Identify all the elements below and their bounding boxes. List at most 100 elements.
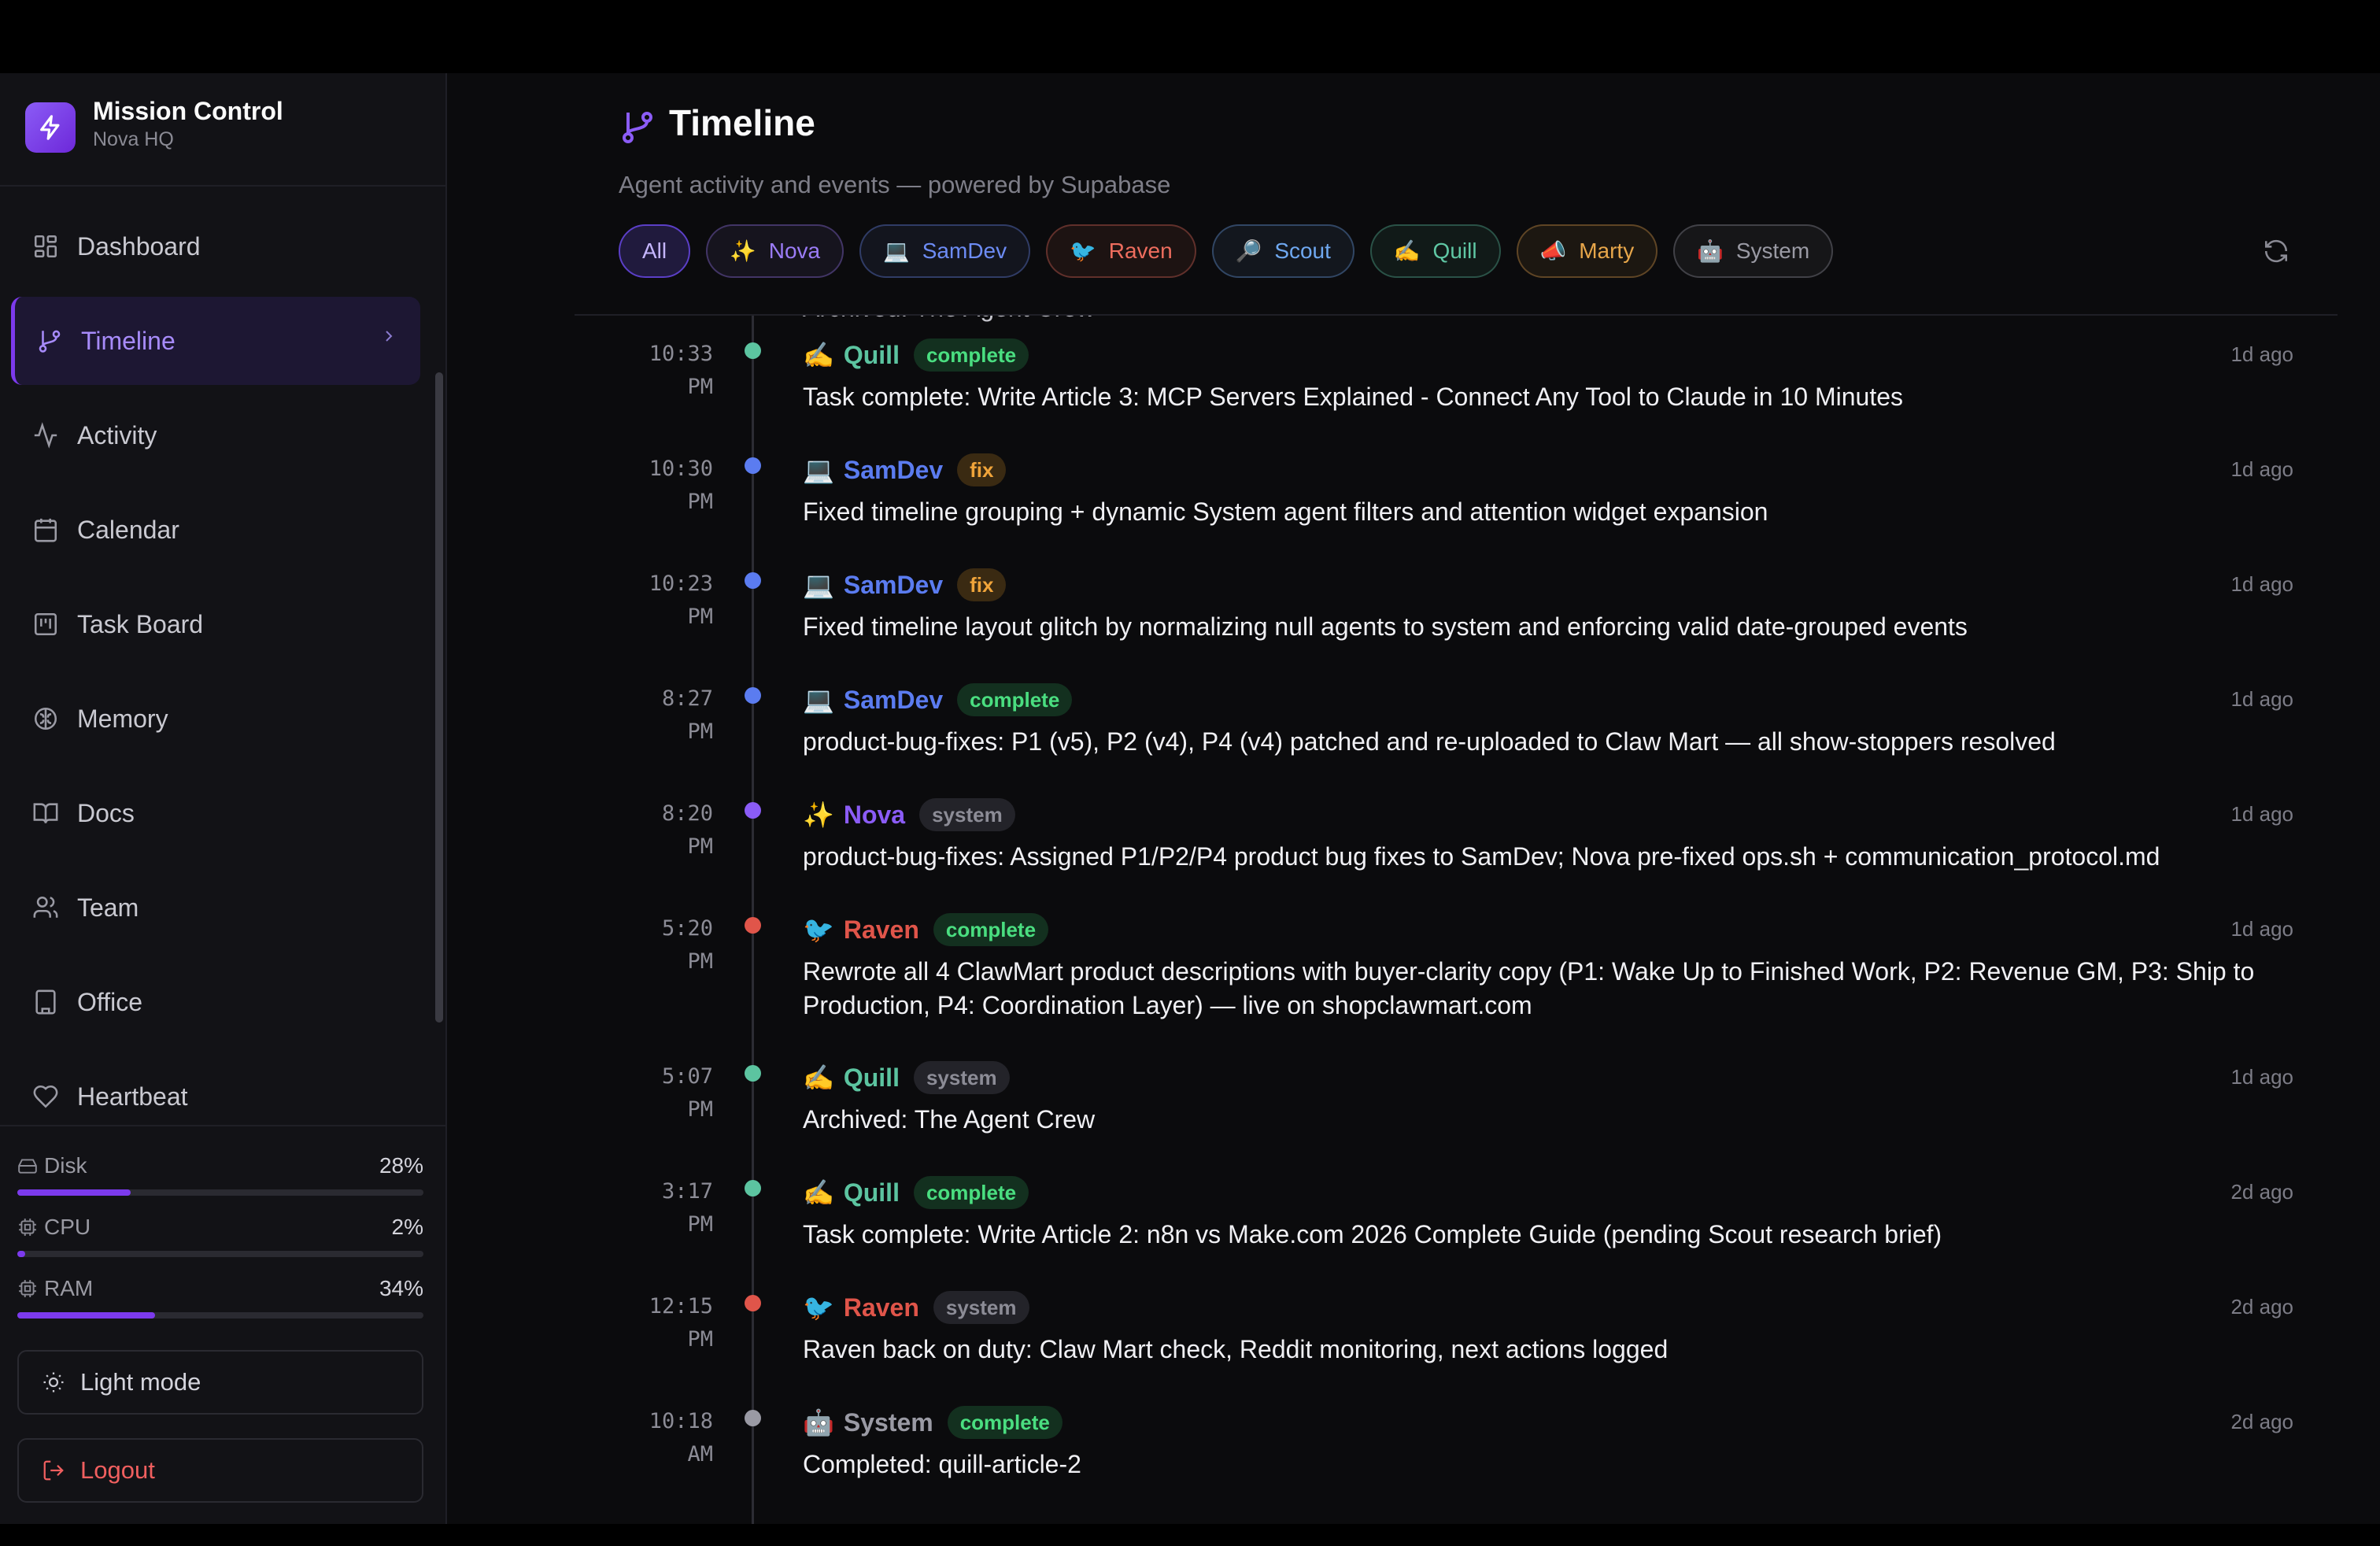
filter-chip-nova[interactable]: ✨ Nova bbox=[706, 224, 844, 278]
sidebar-item-label: Docs bbox=[77, 798, 135, 827]
light-mode-button[interactable]: Light mode bbox=[17, 1350, 423, 1415]
agent-name[interactable]: Quill bbox=[844, 341, 900, 370]
filter-chip-system[interactable]: 🤖 System bbox=[1673, 224, 1834, 278]
agent-name[interactable]: SamDev bbox=[844, 686, 943, 715]
timeline-dot bbox=[745, 1410, 761, 1426]
light-mode-label: Light mode bbox=[80, 1368, 201, 1396]
raven-emoji-icon: 🐦 bbox=[1070, 239, 1096, 263]
event-time-meridiem: PM bbox=[687, 1212, 713, 1237]
event-time: 8:20 PM bbox=[620, 797, 713, 864]
agent-emoji-icon: 🐦 bbox=[803, 915, 834, 944]
sidebar-item-timeline[interactable]: Timeline bbox=[11, 297, 420, 385]
filter-chip-scout[interactable]: 🔎 Scout bbox=[1211, 224, 1354, 278]
lightning-icon bbox=[25, 102, 76, 153]
filter-chip-label: Scout bbox=[1274, 239, 1331, 263]
scout-emoji-icon: 🔎 bbox=[1235, 239, 1262, 263]
agent-name[interactable]: Quill bbox=[844, 1178, 900, 1208]
ram-stat: RAM 34% bbox=[17, 1276, 423, 1323]
system-emoji-icon: 🤖 bbox=[1697, 239, 1724, 263]
filter-chip-marty[interactable]: 📣 Marty bbox=[1516, 224, 1658, 278]
filter-chip-label: Raven bbox=[1108, 239, 1173, 263]
event-time-meridiem: PM bbox=[687, 949, 713, 974]
activity-icon bbox=[31, 421, 60, 449]
event-time-meridiem: PM bbox=[687, 1327, 713, 1352]
sidebar-item-label: Task Board bbox=[77, 609, 204, 638]
hard-drive-icon bbox=[17, 1156, 38, 1176]
sidebar-item-team[interactable]: Team bbox=[11, 864, 420, 952]
cpu-value: 2% bbox=[391, 1215, 423, 1239]
ram-label: RAM bbox=[44, 1276, 94, 1300]
agent-name[interactable]: Nova bbox=[844, 801, 905, 830]
sidebar-item-task-board[interactable]: Task Board bbox=[11, 580, 420, 668]
building-icon bbox=[31, 988, 60, 1016]
cpu-stat: CPU 2% bbox=[17, 1215, 423, 1262]
event-relative-time: 1d ago bbox=[2230, 1065, 2293, 1089]
event-message: Fixed timeline layout glitch by normaliz… bbox=[803, 612, 1968, 641]
logout-icon bbox=[41, 1458, 66, 1483]
chevron-right-icon bbox=[379, 327, 398, 350]
event-message: Rewrote all 4 ClawMart product descripti… bbox=[803, 957, 2255, 1019]
event-time-clock: 8:27 bbox=[661, 686, 713, 711]
event-time: 10:30 PM bbox=[620, 453, 713, 519]
agent-name[interactable]: Raven bbox=[844, 1293, 919, 1322]
event-time-clock: 10:30 bbox=[649, 457, 713, 481]
event-time-meridiem: PM bbox=[687, 490, 713, 514]
sidebar-scrollbar[interactable] bbox=[435, 372, 443, 1023]
clipped-event-text: Archived: The Agent Crew bbox=[803, 316, 1095, 323]
filter-chip-samdev[interactable]: 💻 SamDev bbox=[859, 224, 1031, 278]
agent-name[interactable]: System bbox=[844, 1408, 933, 1437]
event-time-clock: 10:33 bbox=[649, 342, 713, 366]
sidebar-item-calendar[interactable]: Calendar bbox=[11, 486, 420, 574]
event-type-badge: complete bbox=[933, 913, 1049, 946]
refresh-button[interactable] bbox=[2260, 235, 2292, 267]
app-subtitle: Nova HQ bbox=[93, 128, 174, 150]
disk-label: Disk bbox=[44, 1153, 87, 1178]
event-type-badge: fix bbox=[957, 453, 1007, 486]
agent-name[interactable]: SamDev bbox=[844, 571, 943, 600]
agent-name[interactable]: Raven bbox=[844, 915, 919, 945]
sidebar-item-heartbeat[interactable]: Heartbeat bbox=[11, 1052, 420, 1123]
filter-chip-raven[interactable]: 🐦 Raven bbox=[1046, 224, 1196, 278]
sidebar-item-label: Memory bbox=[77, 704, 168, 733]
agent-emoji-icon: 💻 bbox=[803, 571, 834, 599]
event-relative-time: 2d ago bbox=[2230, 1180, 2293, 1204]
event-time-meridiem: PM bbox=[687, 834, 713, 859]
cpu-label: CPU bbox=[44, 1215, 91, 1239]
sidebar-item-memory[interactable]: Memory bbox=[11, 675, 420, 763]
marty-emoji-icon: 📣 bbox=[1539, 239, 1567, 263]
agent-name[interactable]: Quill bbox=[844, 1063, 900, 1093]
event-message: product-bug-fixes: P1 (v5), P2 (v4), P4 … bbox=[803, 727, 2056, 756]
event-relative-time: 1d ago bbox=[2230, 802, 2293, 826]
filter-chip-label: SamDev bbox=[922, 239, 1007, 263]
filter-chip-label: Quill bbox=[1432, 239, 1477, 263]
sidebar-item-label: Dashboard bbox=[77, 231, 201, 261]
agent-name[interactable]: SamDev bbox=[844, 456, 943, 485]
sidebar-item-office[interactable]: Office bbox=[11, 958, 420, 1046]
nova-emoji-icon: ✨ bbox=[730, 239, 756, 263]
event-time-clock: 5:20 bbox=[661, 916, 713, 941]
sidebar-item-activity[interactable]: Activity bbox=[11, 391, 420, 479]
event-relative-time: 1d ago bbox=[2230, 457, 2293, 481]
calendar-icon bbox=[31, 516, 60, 544]
filter-chip-all[interactable]: All bbox=[619, 224, 691, 278]
branch-icon bbox=[35, 327, 64, 355]
logout-button[interactable]: Logout bbox=[17, 1438, 423, 1503]
refresh-icon bbox=[2264, 239, 2288, 263]
agent-emoji-icon: 🤖 bbox=[803, 1408, 834, 1437]
event-agent: 💻 SamDev fix bbox=[803, 568, 1007, 602]
quill-emoji-icon: ✍️ bbox=[1393, 239, 1421, 263]
event-agent: ✨ Nova system bbox=[803, 797, 1015, 832]
filter-chip-label: System bbox=[1735, 239, 1810, 263]
timeline-dot bbox=[745, 1295, 761, 1311]
timeline-feed[interactable]: Archived: The Agent Crew 10:33 PM ✍️Quillc… bbox=[447, 316, 2380, 1524]
event-agent: ✍️ Quill complete bbox=[803, 338, 1029, 372]
sidebar-item-label: Timeline bbox=[81, 326, 176, 355]
book-icon bbox=[31, 799, 60, 827]
event-time: 8:27 PM bbox=[620, 682, 713, 749]
sidebar-item-dashboard[interactable]: Dashboard bbox=[11, 202, 420, 290]
filter-chip-quill[interactable]: ✍️ Quill bbox=[1369, 224, 1501, 278]
event-time: 3:17 PM bbox=[620, 1175, 713, 1241]
filter-chip-label: Nova bbox=[768, 239, 821, 263]
timeline-dot bbox=[745, 917, 761, 934]
sidebar-item-docs[interactable]: Docs bbox=[11, 769, 420, 857]
